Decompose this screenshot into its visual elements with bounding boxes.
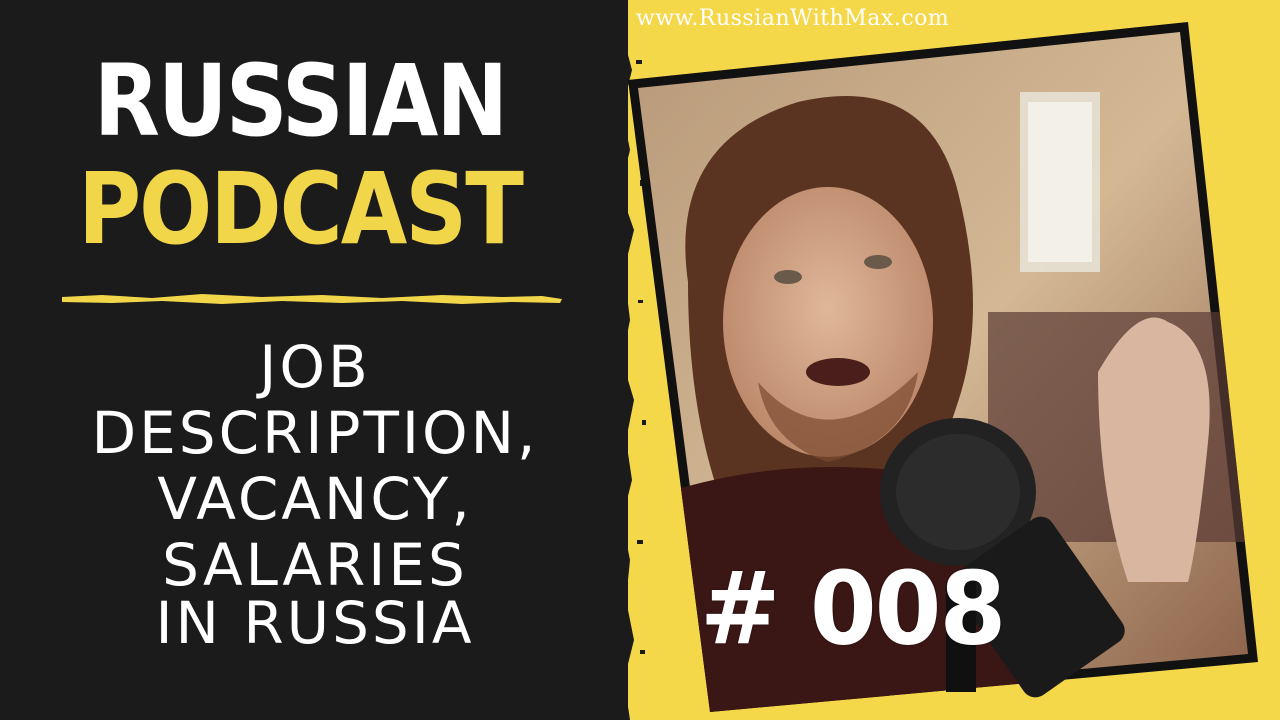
topic-line-2: DESCRIPTION, (91, 399, 539, 467)
topic-line-5: IN RUSSIA (155, 589, 475, 657)
episode-number: # 008 (700, 550, 1006, 668)
topic-line-3: VACANCY, (157, 465, 473, 533)
topic-line-1: JOB (259, 333, 371, 401)
yellow-brush-divider (62, 294, 562, 304)
title-russian: RUSSIAN (93, 44, 509, 159)
title-podcast: PODCAST (78, 152, 524, 267)
